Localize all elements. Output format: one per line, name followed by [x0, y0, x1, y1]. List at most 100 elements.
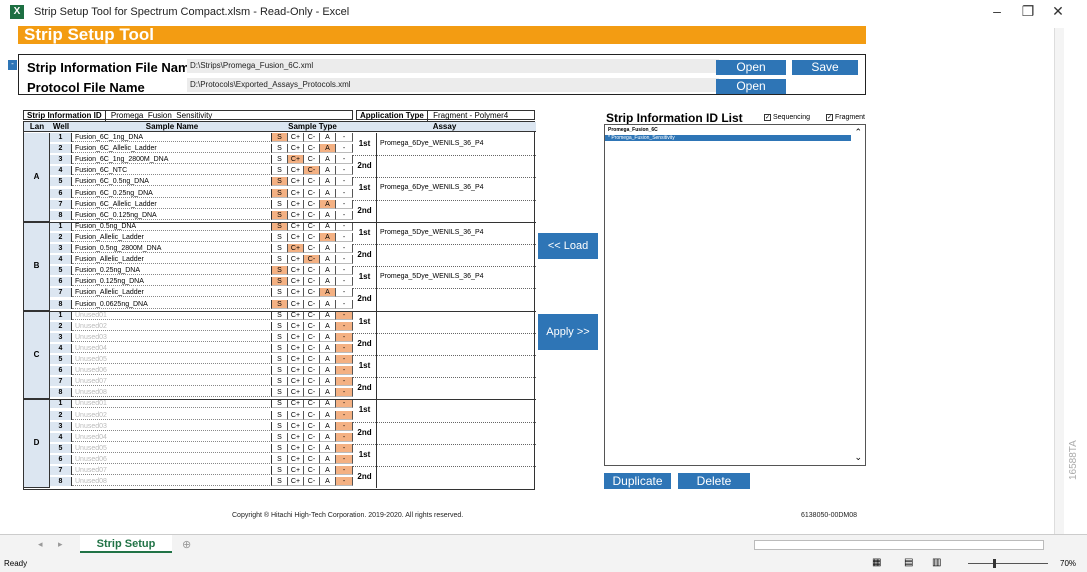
protocol-file-path[interactable]: D:\Protocols\Exported_Assays_Protocols.x…	[187, 78, 719, 92]
fragment-checkbox[interactable]: ✓ Fragment	[826, 114, 865, 121]
zoom-thumb[interactable]	[993, 559, 996, 568]
sample-type-option[interactable]: -	[336, 388, 353, 398]
sample-type-option[interactable]: C-	[304, 366, 320, 376]
assay-cell[interactable]: Promega_5Dye_WENILS_36_P4	[377, 222, 535, 244]
sample-type-option[interactable]: C+	[288, 355, 304, 364]
sample-type-option[interactable]: A	[320, 454, 336, 464]
sample-name-cell[interactable]: Unused05	[72, 443, 272, 453]
sample-type-option[interactable]: S	[272, 410, 288, 420]
sample-type-option[interactable]: C-	[304, 232, 320, 242]
sample-type-option[interactable]: -	[336, 299, 353, 309]
sample-name-cell[interactable]: Unused06	[72, 366, 272, 376]
sample-name-cell[interactable]: Fusion_0.0625ng_DNA	[72, 299, 272, 309]
sample-type-option[interactable]: -	[336, 343, 353, 353]
sample-type-option[interactable]: A	[320, 432, 336, 442]
sample-type-option[interactable]: C-	[304, 155, 320, 165]
sample-type-option[interactable]: C+	[288, 310, 304, 320]
sample-type-option[interactable]: A	[320, 343, 336, 353]
assay-cell[interactable]	[377, 288, 535, 310]
sample-type-option[interactable]: S	[272, 288, 288, 298]
sample-type-option[interactable]: S	[272, 155, 288, 165]
assay-cell[interactable]	[377, 399, 535, 421]
sample-type-option[interactable]: S	[272, 133, 288, 142]
sample-type-option[interactable]: S	[272, 421, 288, 431]
sample-type-option[interactable]: S	[272, 321, 288, 331]
page-layout-icon[interactable]: ▤	[904, 557, 913, 568]
sample-type-option[interactable]: -	[336, 355, 353, 364]
sample-type-option[interactable]: S	[272, 466, 288, 475]
tab-strip-setup[interactable]: Strip Setup	[80, 535, 172, 553]
sample-type-option[interactable]: S	[272, 266, 288, 276]
sample-type-option[interactable]: A	[320, 133, 336, 142]
sample-type-option[interactable]: A	[320, 277, 336, 287]
sample-type-option[interactable]: C-	[304, 421, 320, 431]
sample-name-cell[interactable]: Fusion_0.5ng_DNA	[72, 221, 272, 231]
sample-type-option[interactable]: S	[272, 188, 288, 198]
tab-prev-icon[interactable]: ◂	[38, 539, 43, 550]
sample-type-option[interactable]: -	[336, 410, 353, 420]
sample-type-option[interactable]: C+	[288, 432, 304, 442]
sample-type-option[interactable]: A	[320, 332, 336, 342]
sample-type-option[interactable]: A	[320, 421, 336, 431]
sample-type-option[interactable]: A	[320, 410, 336, 420]
sample-name-cell[interactable]: Fusion_Allelic_Ladder	[72, 255, 272, 265]
sample-type-option[interactable]: C+	[288, 199, 304, 209]
sample-type-option[interactable]: C-	[304, 244, 320, 253]
sample-type-option[interactable]: A	[320, 477, 336, 487]
sample-type-option[interactable]: S	[272, 244, 288, 253]
sample-type-option[interactable]: C+	[288, 443, 304, 453]
sample-type-option[interactable]: C-	[304, 199, 320, 209]
sample-type-option[interactable]: A	[320, 155, 336, 165]
sample-type-option[interactable]: C-	[304, 477, 320, 487]
strip-id-value[interactable]: Promega_Fusion_Sensitivity	[108, 111, 212, 120]
sample-type-option[interactable]: C+	[288, 144, 304, 154]
sample-type-option[interactable]: S	[272, 377, 288, 387]
sample-type-option[interactable]: S	[272, 310, 288, 320]
close-icon[interactable]: ✕	[1048, 3, 1068, 20]
sample-type-option[interactable]: -	[336, 144, 353, 154]
sample-type-option[interactable]: C-	[304, 443, 320, 453]
sample-type-option[interactable]: C+	[288, 377, 304, 387]
sample-type-option[interactable]: A	[320, 366, 336, 376]
sample-name-cell[interactable]: Unused04	[72, 432, 272, 442]
app-type-value[interactable]: Fragment - Polymer4	[430, 111, 508, 120]
sample-name-cell[interactable]: Unused01	[72, 310, 272, 320]
sample-type-option[interactable]: C+	[288, 388, 304, 398]
sample-type-option[interactable]: C-	[304, 210, 320, 220]
sample-type-option[interactable]: S	[272, 443, 288, 453]
sample-type-option[interactable]: -	[336, 421, 353, 431]
sample-type-option[interactable]: S	[272, 332, 288, 342]
sample-name-cell[interactable]: Fusion_Allelic_Ladder	[72, 288, 272, 298]
sample-type-option[interactable]: C-	[304, 277, 320, 287]
sample-type-option[interactable]: -	[336, 366, 353, 376]
sample-type-option[interactable]: A	[320, 355, 336, 364]
sample-type-option[interactable]: -	[336, 277, 353, 287]
normal-view-icon[interactable]: ▦	[872, 557, 881, 568]
sample-type-option[interactable]: A	[320, 321, 336, 331]
sample-type-option[interactable]: -	[336, 477, 353, 487]
sample-type-option[interactable]: C+	[288, 421, 304, 431]
assay-cell[interactable]: Promega_5Dye_WENILS_36_P4	[377, 266, 535, 288]
sample-type-option[interactable]: C+	[288, 133, 304, 142]
delete-button[interactable]: Delete	[678, 473, 750, 489]
sample-type-option[interactable]: -	[336, 454, 353, 464]
sample-type-option[interactable]: C+	[288, 299, 304, 309]
sample-type-option[interactable]: -	[336, 321, 353, 331]
sample-type-option[interactable]: -	[336, 266, 353, 276]
sample-type-option[interactable]: C-	[304, 355, 320, 364]
sample-type-option[interactable]: C-	[304, 177, 320, 187]
sample-type-option[interactable]: -	[336, 255, 353, 265]
minimize-icon[interactable]: –	[987, 3, 1007, 19]
sample-name-cell[interactable]: Fusion_6C_Allelic_Ladder	[72, 199, 272, 209]
list-item[interactable]: Promega_Fusion_6C	[605, 125, 865, 135]
add-sheet-icon[interactable]: ⊕	[182, 538, 191, 551]
sample-type-option[interactable]: A	[320, 221, 336, 231]
sample-type-option[interactable]: -	[336, 399, 353, 409]
strip-id-list[interactable]: Promega_Fusion_6C * Promega_Fusion_Sensi…	[604, 124, 866, 466]
sample-name-cell[interactable]: Fusion_6C_1ng_DNA	[72, 133, 272, 142]
tab-next-icon[interactable]: ▸	[58, 539, 63, 550]
sample-type-option[interactable]: -	[336, 199, 353, 209]
sample-type-option[interactable]: S	[272, 199, 288, 209]
sample-type-option[interactable]: A	[320, 388, 336, 398]
sample-type-option[interactable]: C-	[304, 466, 320, 475]
